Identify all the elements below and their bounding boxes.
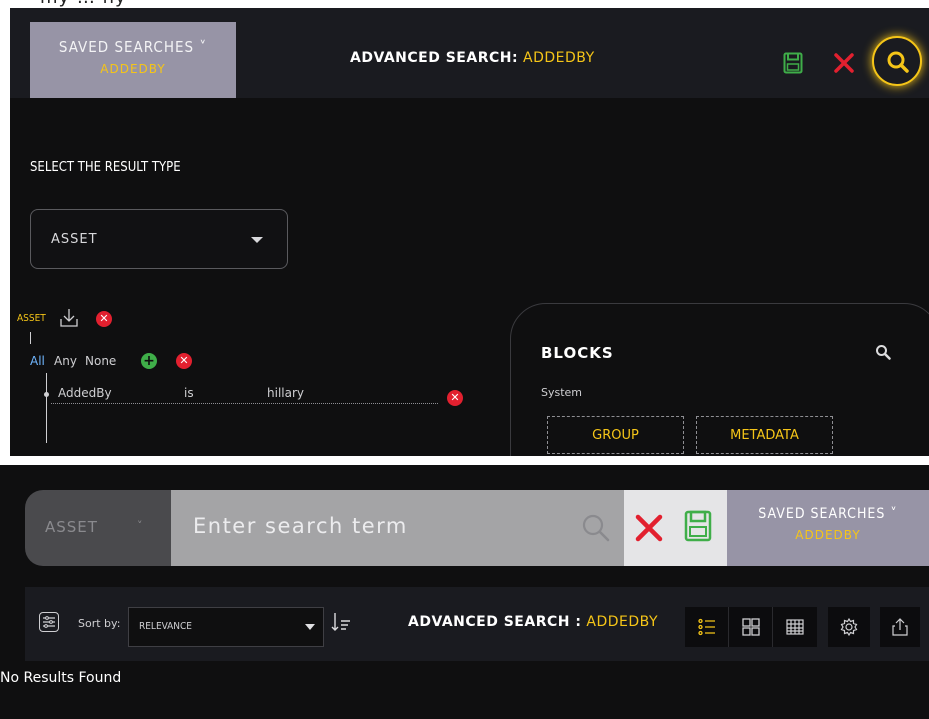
- sort-direction-icon[interactable]: [330, 611, 352, 633]
- table-view-button[interactable]: [773, 607, 817, 647]
- result-type-value: ASSET: [51, 232, 98, 247]
- search-scope-dropdown[interactable]: ASSET ˅: [25, 490, 171, 566]
- close-icon[interactable]: [833, 52, 855, 74]
- saved-searches-label: SAVED SEARCHES ˅: [58, 38, 208, 56]
- sort-value: RELEVANCE: [139, 621, 192, 632]
- search-scope-value: ASSET: [45, 518, 98, 536]
- share-icon: [892, 618, 908, 636]
- remove-condition-icon[interactable]: ✕: [447, 390, 463, 406]
- condition-bullet: [44, 392, 49, 397]
- save-icon[interactable]: [684, 510, 712, 542]
- condition-operator[interactable]: is: [184, 386, 194, 400]
- list-view-icon: [698, 618, 715, 636]
- results-toolbar: Sort by: RELEVANCE ADVANCED SEARCH : ADD…: [25, 587, 929, 661]
- search-results-view: ASSET ˅ Enter search term SAVED SEARCHES…: [0, 465, 929, 719]
- sort-select[interactable]: RELEVANCE: [128, 607, 324, 647]
- tree-line-condition: [46, 373, 47, 443]
- grid-view-button[interactable]: [729, 607, 773, 647]
- advanced-search-editor: SAVED SEARCHES ˅ ADDEDBY ADVANCED SEARCH…: [10, 8, 929, 456]
- add-condition-icon[interactable]: +: [141, 353, 157, 369]
- table-view-icon: [786, 619, 804, 635]
- clear-icon[interactable]: [634, 513, 664, 543]
- caret-down-icon: [251, 237, 263, 243]
- result-type-label: SELECT THE RESULT TYPE: [30, 160, 181, 175]
- remove-logic-icon[interactable]: ✕: [176, 353, 192, 369]
- blocks-section-label: System: [541, 386, 583, 399]
- grid-view-icon: [742, 618, 760, 636]
- search-icon: [887, 51, 909, 73]
- logic-any[interactable]: Any: [54, 354, 77, 368]
- title-prefix: ADVANCED SEARCH:: [350, 50, 519, 66]
- logic-all[interactable]: All: [30, 354, 45, 368]
- saved-searches-dropdown[interactable]: SAVED SEARCHES ˅ ADDEDBY: [727, 490, 929, 566]
- title-prefix: ADVANCED SEARCH :: [408, 614, 582, 630]
- save-icon[interactable]: [783, 52, 803, 74]
- top-cropped-text: my … ny: [0, 0, 929, 8]
- list-view-button[interactable]: [685, 607, 729, 647]
- result-type-select[interactable]: ASSET: [30, 209, 288, 269]
- share-button[interactable]: [880, 607, 920, 647]
- condition-field[interactable]: AddedBy: [58, 386, 112, 400]
- no-results-message: No Results Found: [0, 670, 122, 686]
- saved-search-current: ADDEDBY: [795, 528, 861, 542]
- tree-line: [30, 332, 31, 344]
- saved-search-current: ADDEDBY: [100, 62, 166, 76]
- search-bar: ASSET ˅ Enter search term SAVED SEARCHES…: [25, 490, 929, 566]
- search-button[interactable]: [872, 36, 922, 86]
- remove-group-icon[interactable]: ✕: [96, 311, 112, 327]
- page-title: ADVANCED SEARCH: ADDEDBY: [350, 50, 595, 66]
- saved-searches-label: SAVED SEARCHES ˅: [758, 506, 898, 522]
- logic-none[interactable]: None: [85, 354, 116, 368]
- search-icon[interactable]: [875, 344, 891, 364]
- search-actions: [624, 490, 727, 566]
- search-placeholder: Enter search term: [193, 514, 408, 538]
- view-mode-group: [685, 607, 817, 647]
- chevron-down-icon: ˅: [137, 519, 143, 532]
- block-group[interactable]: GROUP: [547, 416, 684, 454]
- saved-searches-dropdown[interactable]: SAVED SEARCHES ˅ ADDEDBY: [30, 22, 236, 98]
- block-metadata[interactable]: METADATA: [696, 416, 833, 454]
- caret-down-icon: [305, 624, 315, 630]
- download-icon[interactable]: [58, 307, 80, 329]
- settings-button[interactable]: [828, 607, 870, 647]
- cropped-text: my … ny: [40, 0, 127, 8]
- gear-icon: [840, 617, 858, 637]
- title-value: ADDEDBY: [518, 50, 595, 66]
- search-input[interactable]: Enter search term: [171, 490, 624, 566]
- filter-icon[interactable]: [39, 612, 59, 632]
- condition-value[interactable]: hillary: [267, 386, 304, 400]
- search-icon[interactable]: [581, 513, 611, 543]
- sort-by-label: Sort by:: [78, 617, 121, 630]
- blocks-title: BLOCKS: [541, 344, 614, 362]
- results-title: ADVANCED SEARCH : ADDEDBY: [408, 614, 658, 630]
- asset-tag: ASSET: [17, 313, 46, 324]
- title-value: ADDEDBY: [581, 614, 659, 630]
- condition-underline: [51, 403, 438, 404]
